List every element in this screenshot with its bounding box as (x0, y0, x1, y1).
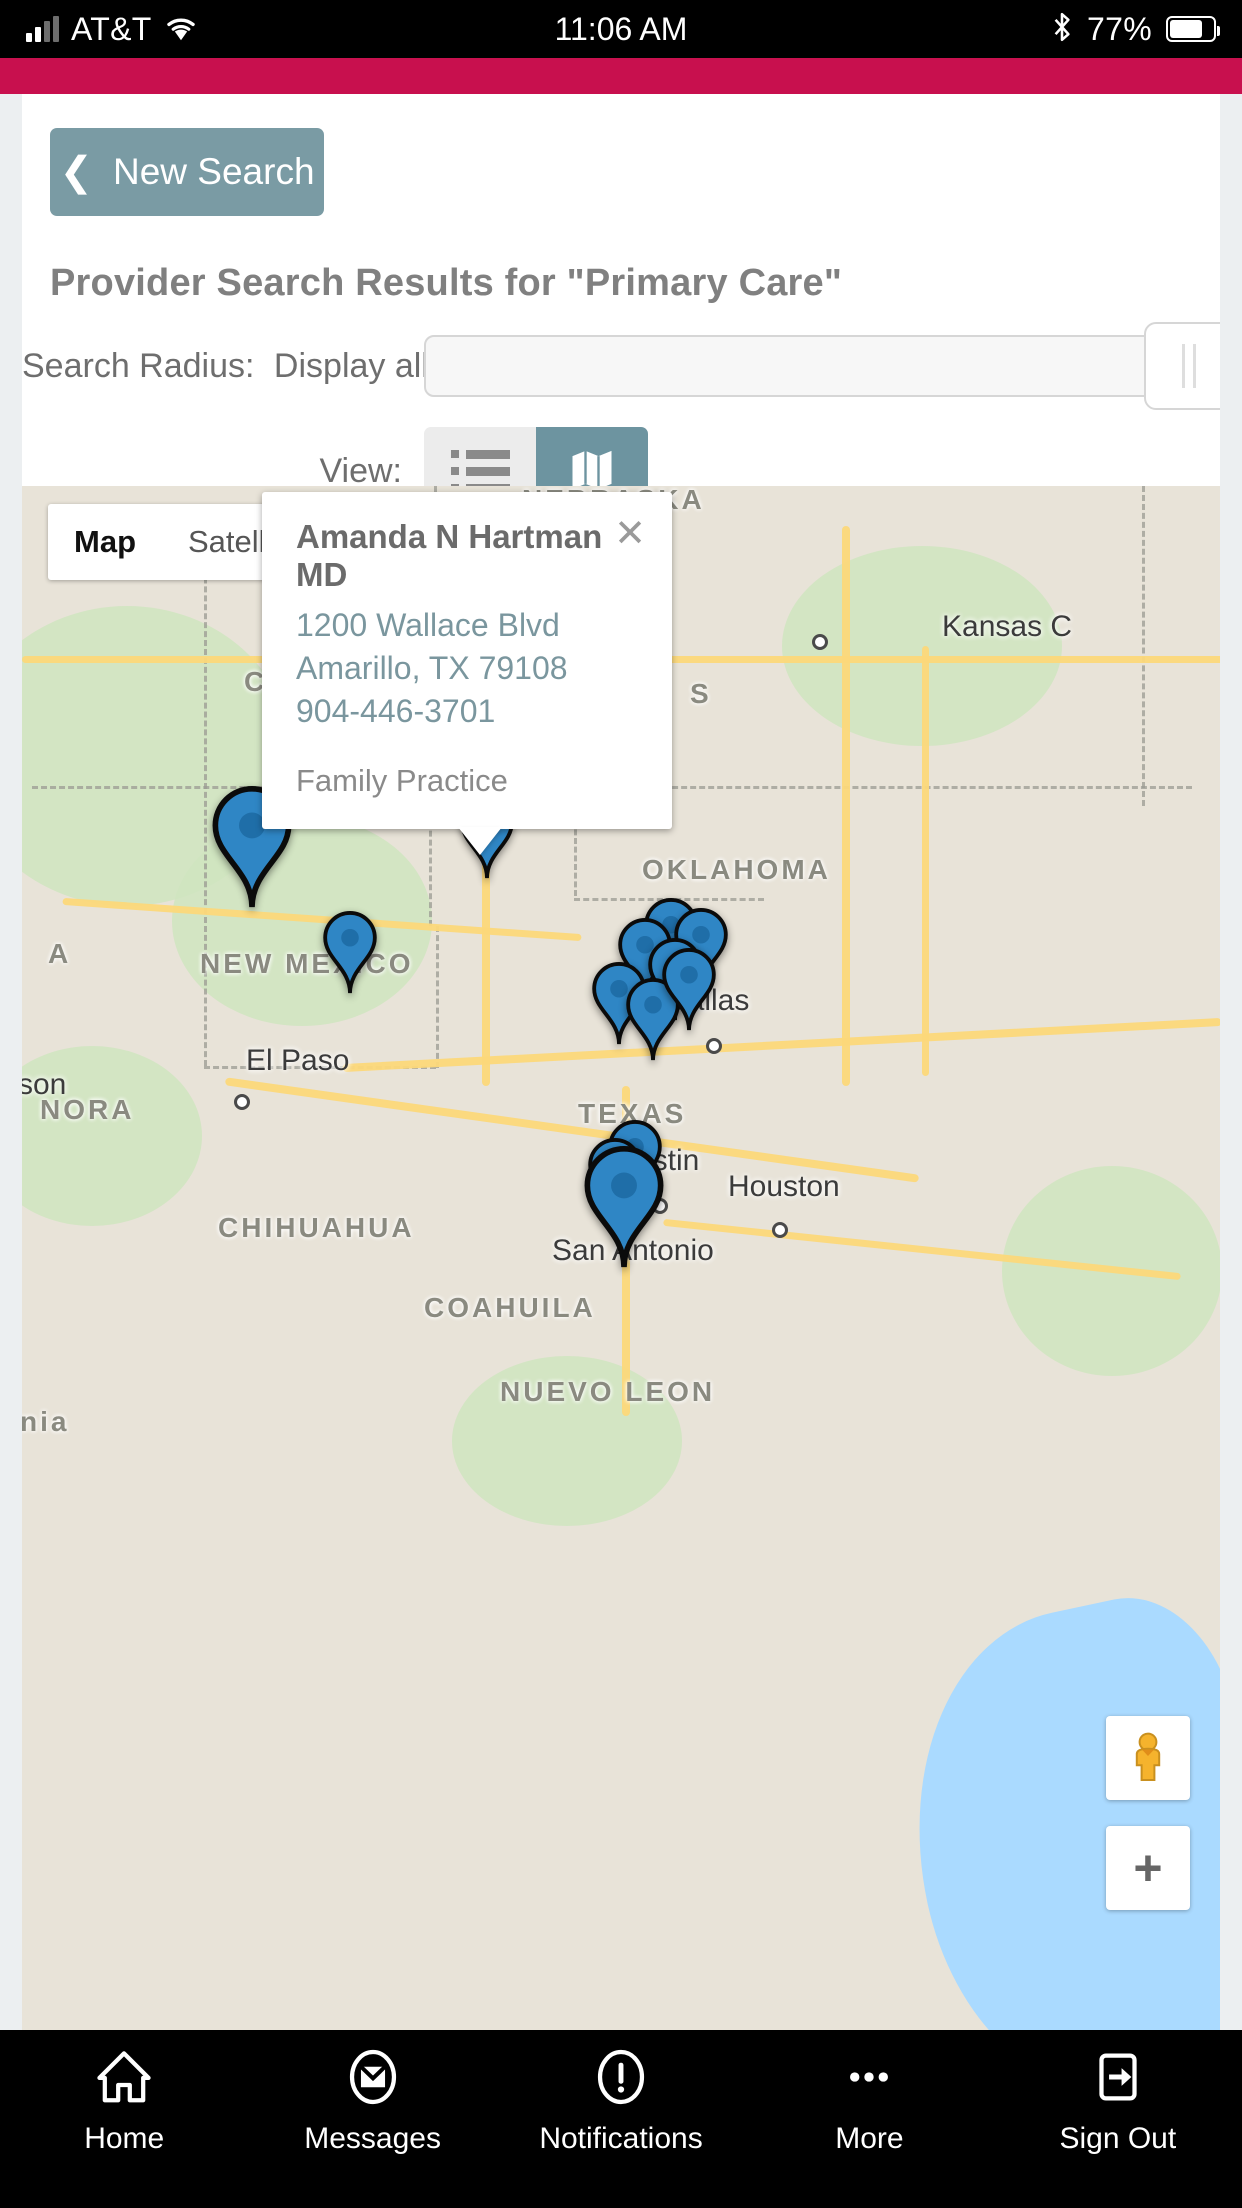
status-bar-left: AT&T (26, 11, 198, 48)
map-region-label: CHIHUAHUA (218, 1212, 415, 1243)
wifi-icon (164, 13, 198, 46)
map-region-label: OKLAHOMA (642, 854, 831, 885)
nav-label-home: Home (84, 2122, 165, 2155)
provider-specialty: Family Practice (296, 762, 508, 798)
close-icon[interactable]: ✕ (608, 512, 652, 556)
nav-label-sign-out: Sign Out (1059, 2122, 1177, 2155)
map-region-label: A (48, 938, 72, 969)
provider-address-line2[interactable]: Amarillo, TX 79108 (296, 647, 644, 690)
map-region-label: nia (22, 1406, 70, 1437)
ellipsis-icon (840, 2046, 898, 2108)
provider-phone[interactable]: 904-446-3701 (296, 690, 644, 733)
map-region-label: COAHUILA (424, 1292, 596, 1323)
zoom-in-button[interactable]: + (1106, 1826, 1190, 1910)
search-radius-row: Search Radius: Display all (22, 322, 1220, 410)
map-pin-icon[interactable] (658, 948, 720, 1032)
cellular-signal-icon (26, 16, 59, 42)
home-icon (95, 2046, 153, 2108)
carrier-label: AT&T (71, 10, 152, 47)
slider-thumb[interactable] (1144, 322, 1220, 410)
new-search-label: New Search (112, 151, 315, 192)
bottom-navigation-bar: Home Messages Notifications More Sign Ou… (0, 2030, 1242, 2208)
app-content-card: ❮ New Search Provider Search Results for… (22, 94, 1220, 2030)
road (224, 1077, 920, 1183)
radius-label-text: Search Radius: (22, 346, 255, 385)
map-region-label: NEW MEXICO (200, 948, 414, 979)
plus-icon: + (1133, 1840, 1163, 1896)
page-title: Provider Search Results for "Primary Car… (50, 262, 843, 304)
search-radius-slider[interactable] (424, 322, 1220, 410)
chevron-left-icon: ❮ (59, 150, 93, 194)
provider-name: Amanda N Hartman MD (296, 518, 603, 593)
view-label: View: (319, 451, 402, 490)
brand-bar (0, 58, 1242, 94)
slider-track[interactable] (424, 335, 1216, 397)
pegman-street-view-icon[interactable] (1106, 1716, 1190, 1800)
radius-value-text: Display all (273, 346, 429, 385)
search-radius-label: Search Radius: Display all (22, 346, 429, 386)
nav-label-notifications: Notifications (539, 2122, 703, 2155)
city-dot (812, 634, 828, 650)
map-city-label: Kansas C (942, 610, 1073, 643)
state-border (436, 926, 439, 1068)
provider-address-line1[interactable]: 1200 Wallace Blvd (296, 604, 644, 647)
city-dot (234, 1094, 250, 1110)
nav-item-notifications[interactable]: Notifications (497, 2046, 745, 2156)
state-border (1142, 486, 1145, 806)
map-pin-icon[interactable] (578, 1146, 670, 1270)
map-region-label: S (690, 678, 712, 709)
sign-out-icon (1089, 2046, 1147, 2108)
new-search-button[interactable]: ❮ New Search (50, 128, 324, 216)
bluetooth-icon (1051, 11, 1073, 48)
status-bar-right: 77% (1051, 10, 1220, 48)
nav-item-sign-out[interactable]: Sign Out (994, 2046, 1242, 2156)
provider-info-window: ✕ Amanda N Hartman MD 1200 Wallace Blvd … (262, 492, 672, 829)
envelope-icon (344, 2046, 402, 2108)
map-region-label: NUEVO LEON (500, 1376, 716, 1407)
nav-item-home[interactable]: Home (0, 2046, 248, 2156)
nav-label-more: More (835, 2122, 904, 2155)
map-pin-icon[interactable] (319, 911, 381, 995)
map-city-label: son (22, 1068, 67, 1101)
search-header: ❮ New Search Provider Search Results for… (22, 94, 1220, 515)
road (922, 646, 929, 1076)
map-city-label: Houston (728, 1170, 840, 1203)
map-city-label: El Paso (246, 1044, 350, 1077)
battery-icon (1166, 16, 1220, 42)
alert-circle-icon (592, 2046, 650, 2108)
nav-item-messages[interactable]: Messages (248, 2046, 496, 2156)
city-dot (772, 1222, 788, 1238)
water-body (873, 1579, 1220, 2030)
battery-percent-label: 77% (1087, 10, 1152, 47)
road (342, 1017, 1220, 1073)
road (842, 526, 850, 1086)
nav-item-more[interactable]: More (745, 2046, 993, 2156)
provider-map[interactable]: NEBRASKA COL OKLAHOMA NEW MEXICO TEXAS C… (22, 486, 1220, 2030)
city-dot (706, 1038, 722, 1054)
nav-label-messages: Messages (304, 2122, 441, 2155)
status-bar: AT&T 11:06 AM 77% (0, 0, 1242, 58)
map-type-map-tab[interactable]: Map (48, 504, 162, 580)
